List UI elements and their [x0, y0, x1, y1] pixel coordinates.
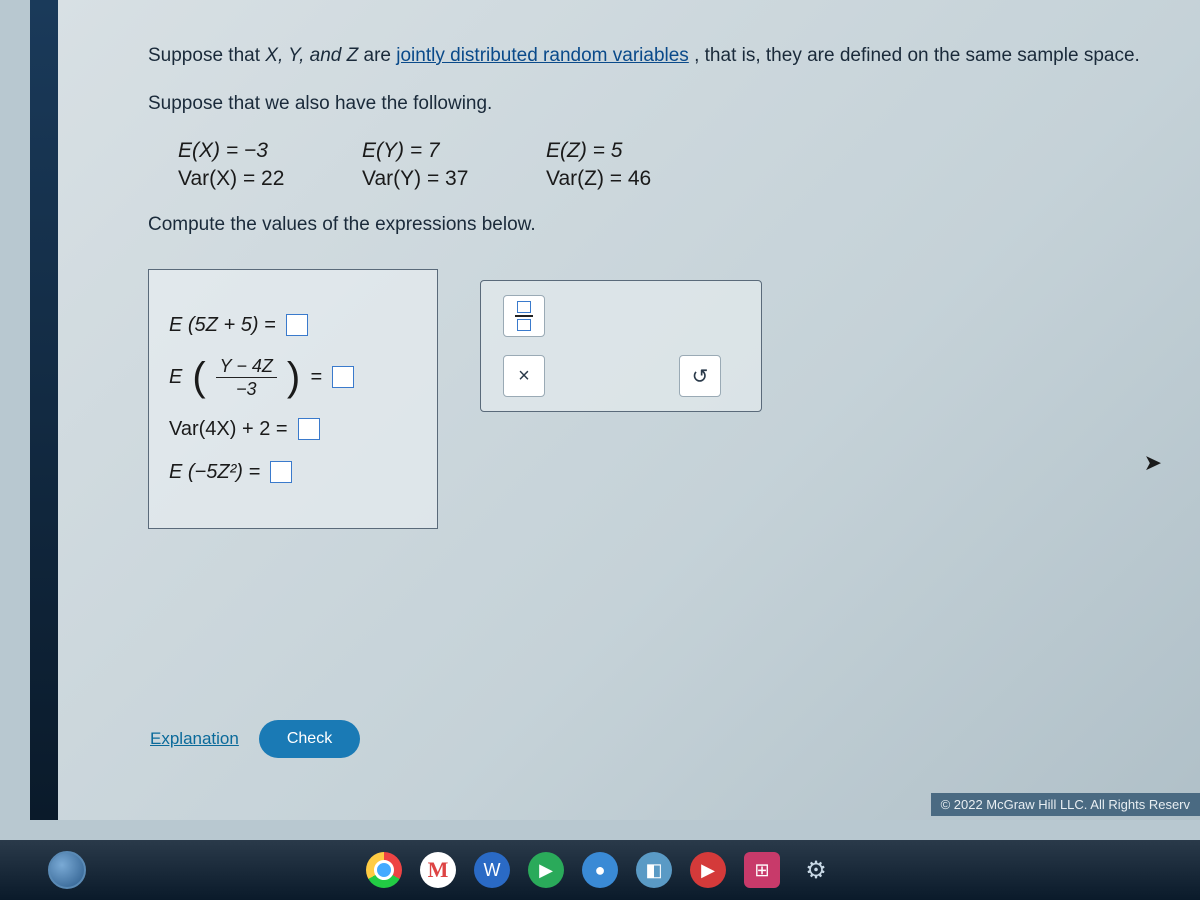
intro-mid: are	[364, 45, 397, 66]
answer-input-2[interactable]	[332, 366, 354, 388]
expr-2-num: Y − 4Z	[216, 357, 277, 378]
expr-2-E: E	[169, 366, 182, 389]
expr-1: E (5Z + 5) =	[169, 314, 276, 337]
given-ey: E(Y) = 7	[362, 139, 502, 163]
camera-icon[interactable]: ◧	[636, 852, 672, 888]
reset-button[interactable]: ↺	[679, 355, 721, 397]
given-values: E(X) = −3 E(Y) = 7 E(Z) = 5 Var(X) = 22 …	[178, 139, 1140, 191]
gmail-icon[interactable]: M	[420, 852, 456, 888]
copyright-text: © 2022 McGraw Hill LLC. All Rights Reser…	[931, 793, 1200, 816]
expr-2-fraction: Y − 4Z −3	[216, 357, 277, 398]
answer-input-4[interactable]	[270, 461, 292, 483]
problem-line2: Suppose that we also have the following.	[148, 88, 1140, 120]
intro-suffix: , that is, they are defined on the same …	[694, 45, 1140, 66]
youtube-icon[interactable]: ▶	[690, 852, 726, 888]
app-icon[interactable]: ●	[582, 852, 618, 888]
expr-2-eq: =	[310, 366, 322, 389]
taskbar[interactable]: M W ▶ ● ◧ ▶ ⊞ ⚙	[0, 840, 1200, 900]
media-icon[interactable]: ▶	[528, 852, 564, 888]
left-accent-bar	[30, 0, 58, 820]
expr-2-den: −3	[236, 378, 257, 398]
intro-prefix: Suppose that	[148, 45, 265, 66]
answer-row-3: Var(4X) + 2 =	[169, 418, 417, 441]
answer-box: E (5Z + 5) = E ( Y − 4Z −3 ) = Var(4X) +…	[148, 269, 438, 529]
compute-instruction: Compute the values of the expressions be…	[148, 209, 1140, 241]
clear-button[interactable]: ×	[503, 355, 545, 397]
answer-row-2: E ( Y − 4Z −3 ) =	[169, 357, 417, 398]
grid-app-icon[interactable]: ⊞	[744, 852, 780, 888]
given-ex: E(X) = −3	[178, 139, 318, 163]
expr-4: E (−5Z²) =	[169, 461, 260, 484]
intro-vars: X, Y, and Z	[265, 45, 358, 66]
fraction-icon	[515, 301, 533, 331]
explanation-link[interactable]: Explanation	[150, 729, 239, 749]
jointly-distributed-link[interactable]: jointly distributed random variables	[396, 45, 689, 66]
given-vx: Var(X) = 22	[178, 167, 318, 191]
rparen-icon: )	[287, 361, 300, 393]
reset-icon: ↺	[692, 364, 709, 389]
answer-input-1[interactable]	[286, 314, 308, 336]
answer-row-4: E (−5Z²) =	[169, 461, 417, 484]
given-vz: Var(Z) = 46	[546, 167, 686, 191]
given-vy: Var(Y) = 37	[362, 167, 502, 191]
settings-icon[interactable]: ⚙	[798, 852, 834, 888]
answer-input-3[interactable]	[298, 418, 320, 440]
chrome-icon[interactable]	[366, 852, 402, 888]
cursor-icon: ➤	[1144, 450, 1162, 476]
word-icon[interactable]: W	[474, 852, 510, 888]
expr-3: Var(4X) + 2 =	[169, 418, 288, 441]
given-ez: E(Z) = 5	[546, 139, 686, 163]
problem-intro: Suppose that X, Y, and Z are jointly dis…	[148, 40, 1140, 72]
check-button[interactable]: Check	[259, 720, 360, 758]
fraction-tool-button[interactable]	[503, 295, 545, 337]
start-button[interactable]	[48, 851, 86, 889]
math-tool-panel: × ↺	[480, 280, 762, 412]
lparen-icon: (	[192, 361, 205, 393]
answer-row-1: E (5Z + 5) =	[169, 314, 417, 337]
close-icon: ×	[518, 365, 530, 388]
bottom-actions: Explanation Check	[150, 720, 360, 758]
